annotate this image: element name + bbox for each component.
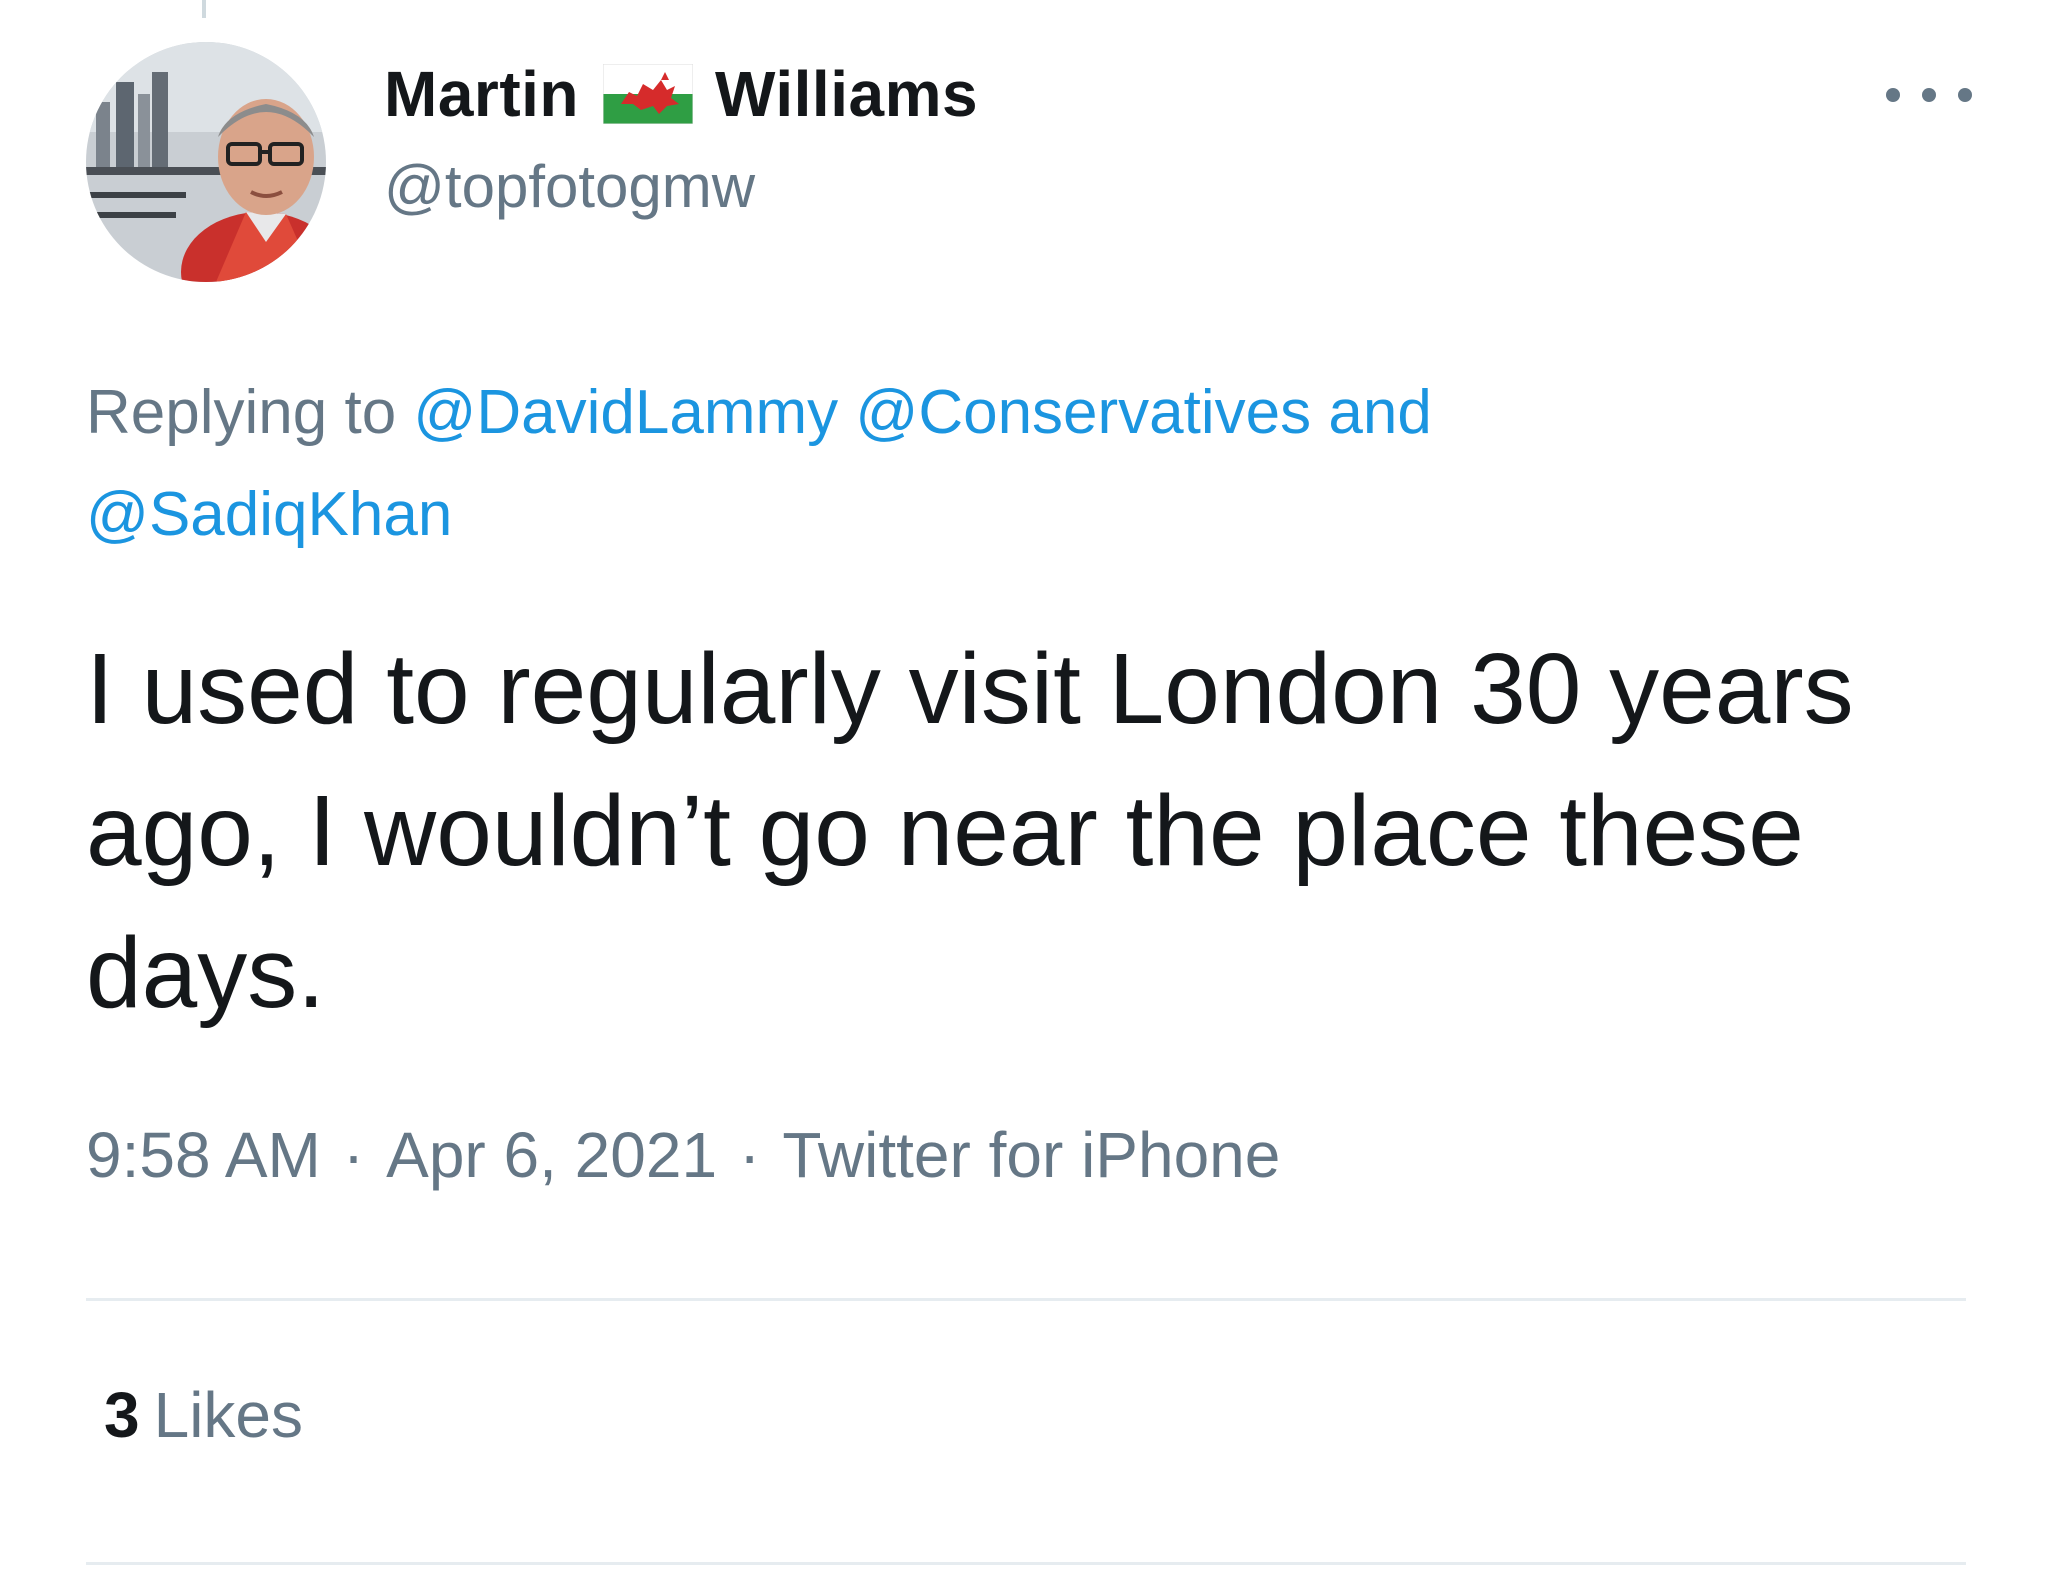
reply-prefix: Replying to xyxy=(86,378,397,447)
avatar-photo xyxy=(86,42,326,282)
welsh-flag-icon xyxy=(602,63,694,125)
meta-separator: · xyxy=(739,1119,761,1191)
divider xyxy=(86,1298,1966,1301)
more-dot-2 xyxy=(1922,88,1936,102)
author-last-name: Williams xyxy=(715,58,979,130)
tweet-text: I used to regularly visit London 30 year… xyxy=(86,633,1854,1029)
likes-label: Likes xyxy=(153,1379,303,1451)
thread-connector-line xyxy=(202,0,206,18)
tweet-time[interactable]: 9:58 AM xyxy=(86,1119,321,1191)
tweet-source[interactable]: Twitter for iPhone xyxy=(782,1119,1280,1191)
divider xyxy=(86,1562,1966,1565)
author-name[interactable]: Martin Williams xyxy=(384,52,978,136)
reply-context: Replying to @DavidLammy @Conservatives a… xyxy=(86,362,1886,566)
more-dot-1 xyxy=(1886,88,1900,102)
mention-link[interactable]: @Conservatives xyxy=(855,378,1311,447)
author-handle[interactable]: @topfotogmw xyxy=(384,152,755,221)
avatar[interactable] xyxy=(86,42,326,282)
tweet-date[interactable]: Apr 6, 2021 xyxy=(386,1119,717,1191)
likes-count: 3 xyxy=(104,1379,140,1451)
mention-link[interactable]: @SadiqKhan xyxy=(86,480,452,549)
author-first-name: Martin xyxy=(384,58,579,130)
likes-link[interactable]: 3 Likes xyxy=(104,1378,303,1452)
reply-conjunction: and xyxy=(1328,378,1432,447)
meta-separator: · xyxy=(342,1119,365,1191)
mention-link[interactable]: @DavidLammy xyxy=(413,378,838,447)
tweet-metadata: 9:58 AM · Apr 6, 2021 · Twitter for iPhone xyxy=(86,1118,1280,1192)
more-dot-3 xyxy=(1958,88,1972,102)
more-options-icon[interactable] xyxy=(1886,78,1972,112)
